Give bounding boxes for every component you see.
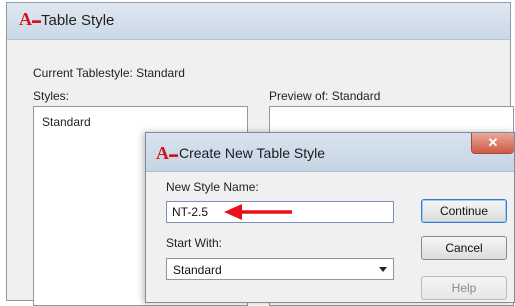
help-button[interactable]: Help [421,276,507,300]
autocad-app-icon: A▬ [156,143,178,163]
continue-button[interactable]: Continue [421,199,507,223]
cancel-button[interactable]: Cancel [421,236,507,260]
outer-title-bar[interactable]: A▬ Table Style [7,3,510,40]
close-icon: ✕ [487,135,499,150]
start-with-label: Start With: [166,236,223,250]
dialog-title: Table Style [41,12,115,29]
start-with-value: Standard [173,263,222,277]
create-new-table-style-dialog: A▬ Create New Table Style ✕ New Style Na… [145,132,515,303]
autocad-app-icon: A▬ [19,9,41,29]
preview-label: Preview of: Standard [269,89,381,103]
new-style-name-label: New Style Name: [166,180,259,194]
styles-label: Styles: [33,89,70,103]
close-button[interactable]: ✕ [471,133,514,154]
red-arrow-icon [224,204,292,220]
chevron-down-icon [379,267,387,272]
dialog-title: Create New Table Style [179,145,326,161]
current-tablestyle-label: Current Tablestyle: Standard [33,66,185,80]
start-with-dropdown[interactable]: Standard [166,258,394,280]
inner-title-bar[interactable]: A▬ Create New Table Style ✕ [146,133,514,172]
styles-list-item[interactable]: Standard [42,115,91,129]
